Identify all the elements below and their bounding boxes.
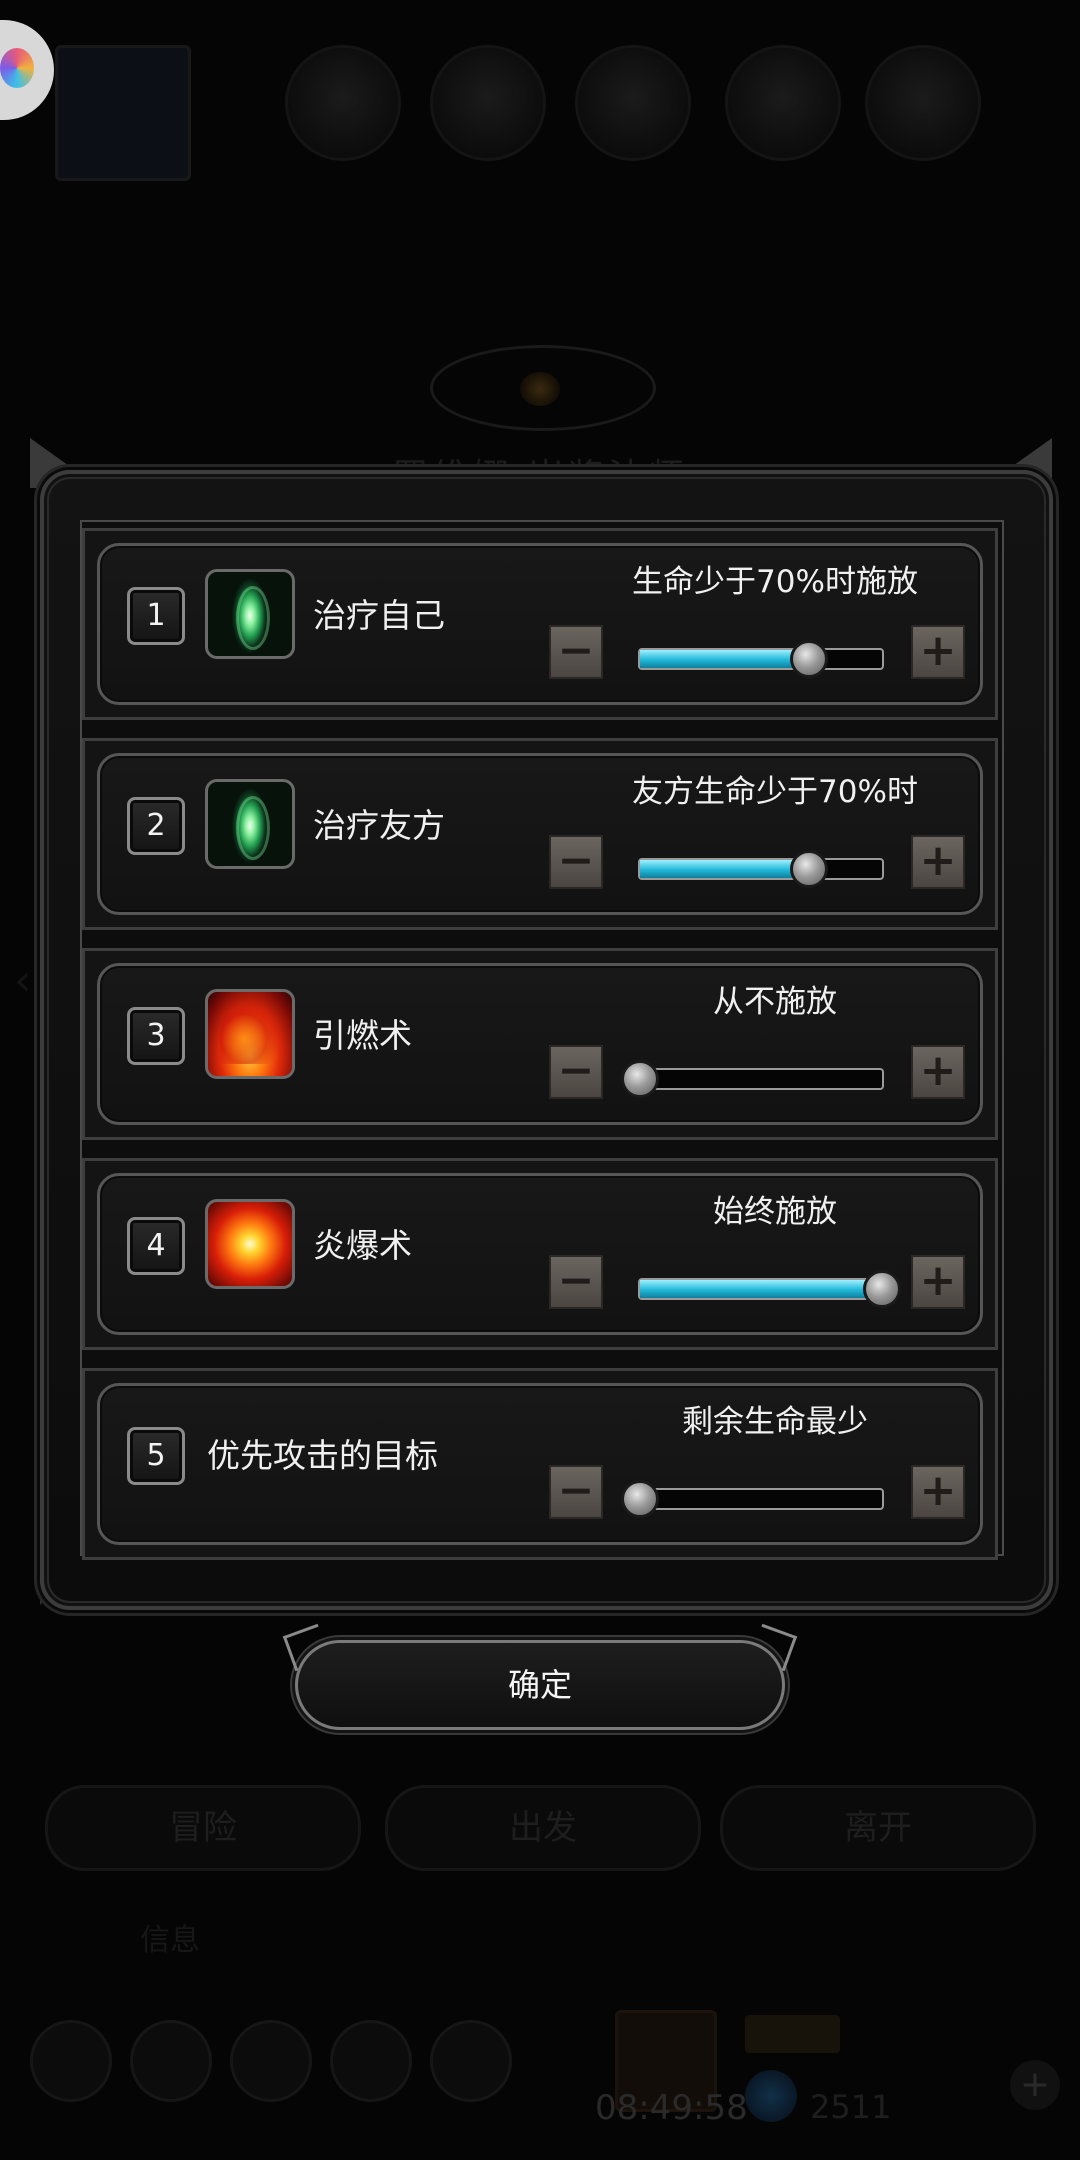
clock-text: 08:49:58 (595, 2088, 748, 2128)
ornament-gem-icon (520, 372, 560, 406)
cast-condition: 友方生命少于70%时 (632, 774, 918, 810)
menu-icon (430, 2020, 512, 2102)
cast-condition: 剩余生命最少 (682, 1404, 868, 1440)
adventure-button: 冒险 (45, 1785, 361, 1871)
decrease-button[interactable]: − (549, 835, 603, 889)
priority-number: 3 (127, 1007, 185, 1065)
condition-slider[interactable] (638, 1270, 901, 1308)
slider-fill (640, 650, 810, 668)
priority-number: 5 (127, 1427, 185, 1485)
skill-row-4: 4 炎爆术 始终施放 − + (82, 1158, 998, 1350)
slider-knob[interactable] (863, 1270, 901, 1308)
decrease-button[interactable]: − (549, 1255, 603, 1309)
equipment-slot (865, 45, 981, 161)
skill-name: 治疗自己 (313, 596, 445, 635)
condition-slider[interactable] (621, 1060, 884, 1098)
heal-icon (205, 569, 295, 659)
decrease-button[interactable]: − (549, 1465, 603, 1519)
slider-knob[interactable] (621, 1060, 659, 1098)
gem-count: 2511 (810, 2088, 892, 2126)
skill-row-3: 3 引燃术 从不施放 − + (82, 948, 998, 1140)
fire-icon (205, 989, 295, 1079)
skill-row-2: 2 治疗友方 友方生命少于70%时 − + (82, 738, 998, 930)
add-gem-icon: + (1010, 2060, 1060, 2110)
depart-button: 出发 (385, 1785, 701, 1871)
floating-assistant-icon[interactable] (0, 20, 54, 120)
info-label: 信息 (140, 1923, 200, 1958)
blast-icon (205, 1199, 295, 1289)
condition-slider[interactable] (638, 640, 884, 678)
priority-number: 2 (127, 797, 185, 855)
equipment-slot (725, 45, 841, 161)
skill-row-1: 1 治疗自己 生命少于70%时施放 − + (82, 528, 998, 720)
confirm-button[interactable]: 确定 (295, 1640, 785, 1730)
menu-icon (130, 2020, 212, 2102)
equipment-slot (430, 45, 546, 161)
heal-icon (205, 779, 295, 869)
chest-tag (745, 2015, 840, 2053)
priority-number: 1 (127, 587, 185, 645)
cast-condition: 始终施放 (713, 1194, 837, 1230)
equipment-slot (575, 45, 691, 161)
priority-number: 4 (127, 1217, 185, 1275)
increase-button[interactable]: + (911, 835, 965, 889)
menu-icon (230, 2020, 312, 2102)
prev-arrow-icon: ‹ (14, 955, 32, 1006)
slider-fill (640, 1280, 882, 1298)
menu-icon (330, 2020, 412, 2102)
leave-button: 离开 (720, 1785, 1036, 1871)
skill-name: 炎爆术 (313, 1226, 412, 1265)
increase-button[interactable]: + (911, 625, 965, 679)
slider-fill (640, 860, 810, 878)
skill-row-5: 5 优先攻击的目标 剩余生命最少 − + (82, 1368, 998, 1560)
decrease-button[interactable]: − (549, 625, 603, 679)
cast-condition: 生命少于70%时施放 (632, 564, 918, 600)
condition-slider[interactable] (638, 850, 884, 888)
skill-name: 治疗友方 (313, 806, 445, 845)
equipment-slot (285, 45, 401, 161)
hero-portrait-slot (55, 45, 191, 181)
menu-icon (30, 2020, 112, 2102)
skill-name: 优先攻击的目标 (207, 1436, 438, 1475)
slider-knob[interactable] (621, 1480, 659, 1518)
gem-icon (745, 2070, 797, 2122)
increase-button[interactable]: + (911, 1465, 965, 1519)
skill-name: 引燃术 (313, 1016, 412, 1055)
cast-condition: 从不施放 (713, 984, 837, 1020)
decrease-button[interactable]: − (549, 1045, 603, 1099)
increase-button[interactable]: + (911, 1255, 965, 1309)
increase-button[interactable]: + (911, 1045, 965, 1099)
condition-slider[interactable] (621, 1480, 884, 1518)
